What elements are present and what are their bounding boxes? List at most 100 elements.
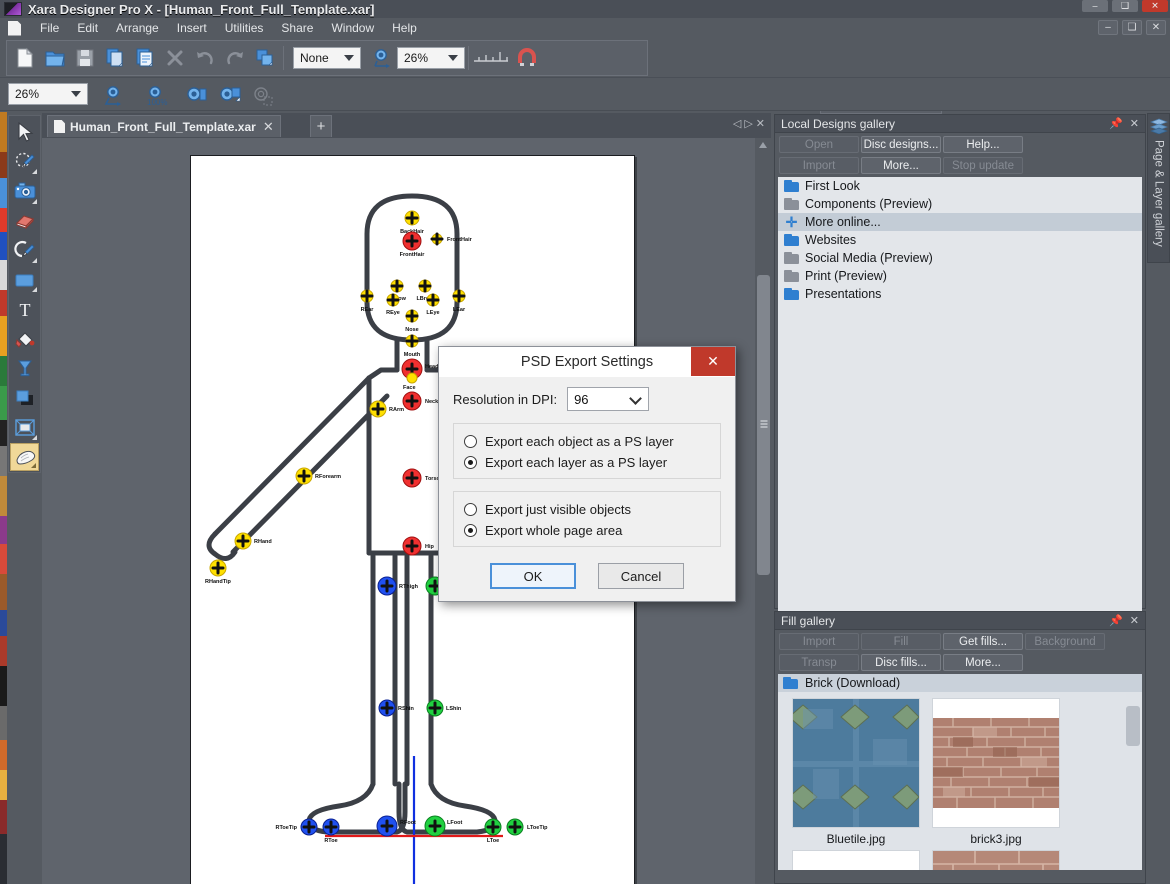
export-visible-radio[interactable] [464, 503, 477, 516]
export-visible-radio-row[interactable]: Export just visible objects [464, 502, 710, 517]
fill-gallery-list[interactable]: Brick (Download) Bluetile.jpg brick3.jpg [778, 674, 1142, 870]
export-layer-radio[interactable] [464, 456, 477, 469]
more-button[interactable]: More... [861, 157, 941, 174]
transp-button[interactable]: Transp [779, 654, 859, 671]
close-button-app[interactable]: ✕ [1142, 0, 1168, 12]
tab-next-icon[interactable]: ▷ [744, 117, 752, 130]
fill-thumb-row2-right[interactable] [932, 850, 1060, 870]
menu-item-window[interactable]: Window [322, 19, 383, 37]
new-tab-button[interactable]: + [310, 115, 332, 137]
dpi-select[interactable]: 96 [567, 387, 650, 411]
bevel-tool[interactable] [10, 413, 39, 442]
get-fills-button[interactable]: Get fills... [943, 633, 1023, 650]
close-button-document[interactable]: ✕ [1146, 20, 1166, 35]
zoom-to-selection-button[interactable] [215, 81, 245, 111]
export-whole-page-radio[interactable] [464, 524, 477, 537]
list-item-presentations[interactable]: Presentations [778, 285, 1142, 303]
fill-gallery-scrollbar[interactable] [1126, 694, 1140, 868]
page-and-layer-gallery-tab[interactable]: Page & Layer gallery [1147, 113, 1170, 263]
text-tool[interactable]: T [10, 295, 39, 324]
dialog-close-button[interactable]: ✕ [691, 347, 735, 376]
photo-tool[interactable] [10, 177, 39, 206]
scroll-up-icon[interactable] [759, 142, 767, 148]
fill-scrollbar-thumb[interactable] [1126, 706, 1140, 746]
scrollbar-thumb[interactable] [757, 275, 770, 575]
disc-designs-button[interactable]: Disc designs... [861, 136, 941, 153]
open-button[interactable] [40, 43, 70, 73]
fill-thumb-bluetile[interactable]: Bluetile.jpg [792, 698, 920, 846]
restore-button-app[interactable]: ❑ [1112, 0, 1138, 12]
tab-close-all-icon[interactable]: ✕ [756, 117, 765, 130]
new-document-button[interactable] [10, 43, 40, 73]
menu-item-share[interactable]: Share [272, 19, 322, 37]
close-icon[interactable]: ✕ [1130, 614, 1139, 627]
menu-item-edit[interactable]: Edit [68, 19, 107, 37]
quality-combo[interactable]: None [293, 47, 361, 69]
clipart-tool[interactable] [10, 207, 39, 236]
save-button[interactable] [70, 43, 100, 73]
export-object-radio[interactable] [464, 435, 477, 448]
local-designs-list[interactable]: First Look Components (Preview) ✛ More o… [778, 177, 1142, 611]
list-item-more-online[interactable]: ✛ More online... [778, 213, 1142, 231]
shape-editor-tool[interactable] [10, 148, 39, 177]
paste-button[interactable] [130, 43, 160, 73]
transparency-tool[interactable] [10, 354, 39, 383]
import-button[interactable]: Import [779, 633, 859, 650]
duplicate-button[interactable] [250, 43, 280, 73]
menu-item-insert[interactable]: Insert [168, 19, 216, 37]
undo-button[interactable] [190, 43, 220, 73]
document-tab[interactable]: Human_Front_Full_Template.xar ✕ [47, 115, 281, 137]
redo-button[interactable] [220, 43, 250, 73]
zoom-tool-button[interactable] [367, 43, 397, 73]
freehand-tool[interactable] [10, 236, 39, 265]
color-palette-strip[interactable] [0, 112, 7, 884]
export-whole-page-radio-row[interactable]: Export whole page area [464, 523, 710, 538]
cancel-button[interactable]: Cancel [598, 563, 684, 589]
close-icon[interactable]: ✕ [1130, 117, 1139, 130]
fill-group-header[interactable]: Brick (Download) [778, 674, 1142, 692]
export-object-radio-row[interactable]: Export each object as a PS layer [464, 434, 710, 449]
zoom-100-button[interactable]: 100% [140, 81, 170, 111]
import-button[interactable]: Import [779, 157, 859, 174]
push-tool[interactable] [10, 442, 39, 472]
stop-update-button[interactable]: Stop update [943, 157, 1023, 174]
pin-icon[interactable]: 📌 [1109, 614, 1123, 627]
psd-export-settings-dialog[interactable]: PSD Export Settings ✕ Resolution in DPI:… [438, 346, 736, 602]
list-item-print-preview[interactable]: Print (Preview) [778, 267, 1142, 285]
canvas-vertical-scrollbar[interactable] [755, 138, 771, 884]
zoom-to-drawing-button[interactable] [98, 81, 128, 111]
tab-prev-icon[interactable]: ◁ [733, 117, 741, 130]
zoom-to-page-button[interactable] [182, 81, 212, 111]
fill-thumb-brick3[interactable]: brick3.jpg [932, 698, 1060, 846]
list-item-components-preview[interactable]: Components (Preview) [778, 195, 1142, 213]
fill-tool[interactable] [10, 325, 39, 354]
open-button[interactable]: Open [779, 136, 859, 153]
menu-item-arrange[interactable]: Arrange [107, 19, 168, 37]
rectangle-tool[interactable] [10, 266, 39, 295]
zoom-combo[interactable]: 26% [397, 47, 465, 69]
menu-item-utilities[interactable]: Utilities [216, 19, 273, 37]
list-item-social-media-preview[interactable]: Social Media (Preview) [778, 249, 1142, 267]
ok-button[interactable]: OK [490, 563, 576, 589]
close-tab-icon[interactable]: ✕ [263, 119, 274, 135]
copy-button[interactable] [100, 43, 130, 73]
ruler-button[interactable] [472, 43, 512, 73]
more-button[interactable]: More... [943, 654, 1023, 671]
help-button[interactable]: Help... [943, 136, 1023, 153]
magnet-snap-button[interactable] [512, 43, 542, 73]
export-layer-radio-row[interactable]: Export each layer as a PS layer [464, 455, 710, 470]
zoom-previous-button[interactable] [248, 81, 278, 111]
delete-button[interactable] [160, 43, 190, 73]
list-item-websites[interactable]: Websites [778, 231, 1142, 249]
menu-item-help[interactable]: Help [383, 19, 426, 37]
background-button[interactable]: Background [1025, 633, 1105, 650]
restore-button-document[interactable]: ❑ [1122, 20, 1142, 35]
pin-icon[interactable]: 📌 [1109, 117, 1123, 130]
selector-tool[interactable] [10, 118, 39, 147]
zoom-level-combo[interactable]: 26% [8, 83, 88, 105]
disc-fills-button[interactable]: Disc fills... [861, 654, 941, 671]
minimize-button-app[interactable]: – [1082, 0, 1108, 12]
fill-thumb-row2-left[interactable] [792, 850, 920, 870]
shadow-tool[interactable] [10, 384, 39, 413]
list-item-first-look[interactable]: First Look [778, 177, 1142, 195]
